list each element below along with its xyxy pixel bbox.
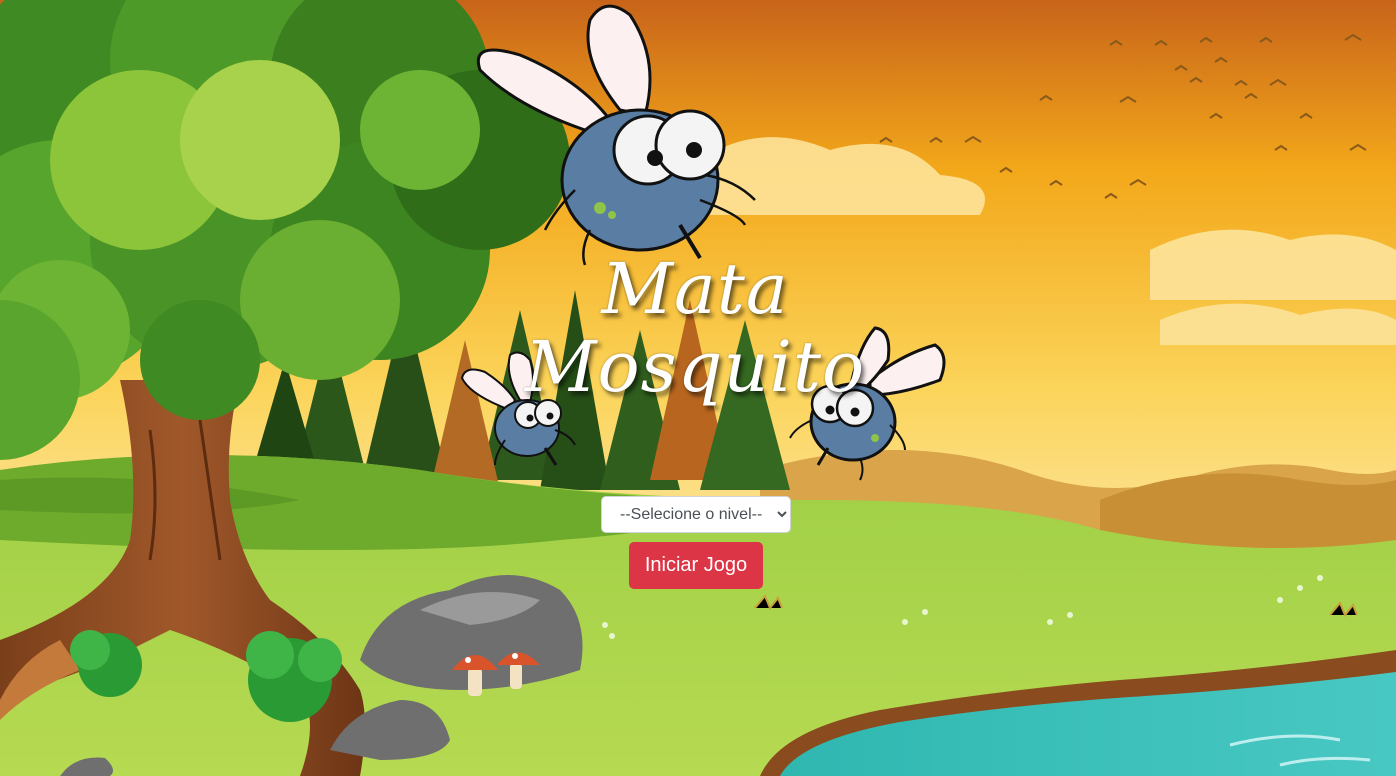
start-game-button[interactable]: Iniciar Jogo [629, 542, 763, 589]
game-title: Mata Mosquito [470, 250, 920, 406]
level-select[interactable]: --Selecione o nivel-- [601, 496, 791, 533]
title-line-1: Mata [601, 248, 789, 330]
title-line-2: Mosquito [524, 326, 866, 408]
